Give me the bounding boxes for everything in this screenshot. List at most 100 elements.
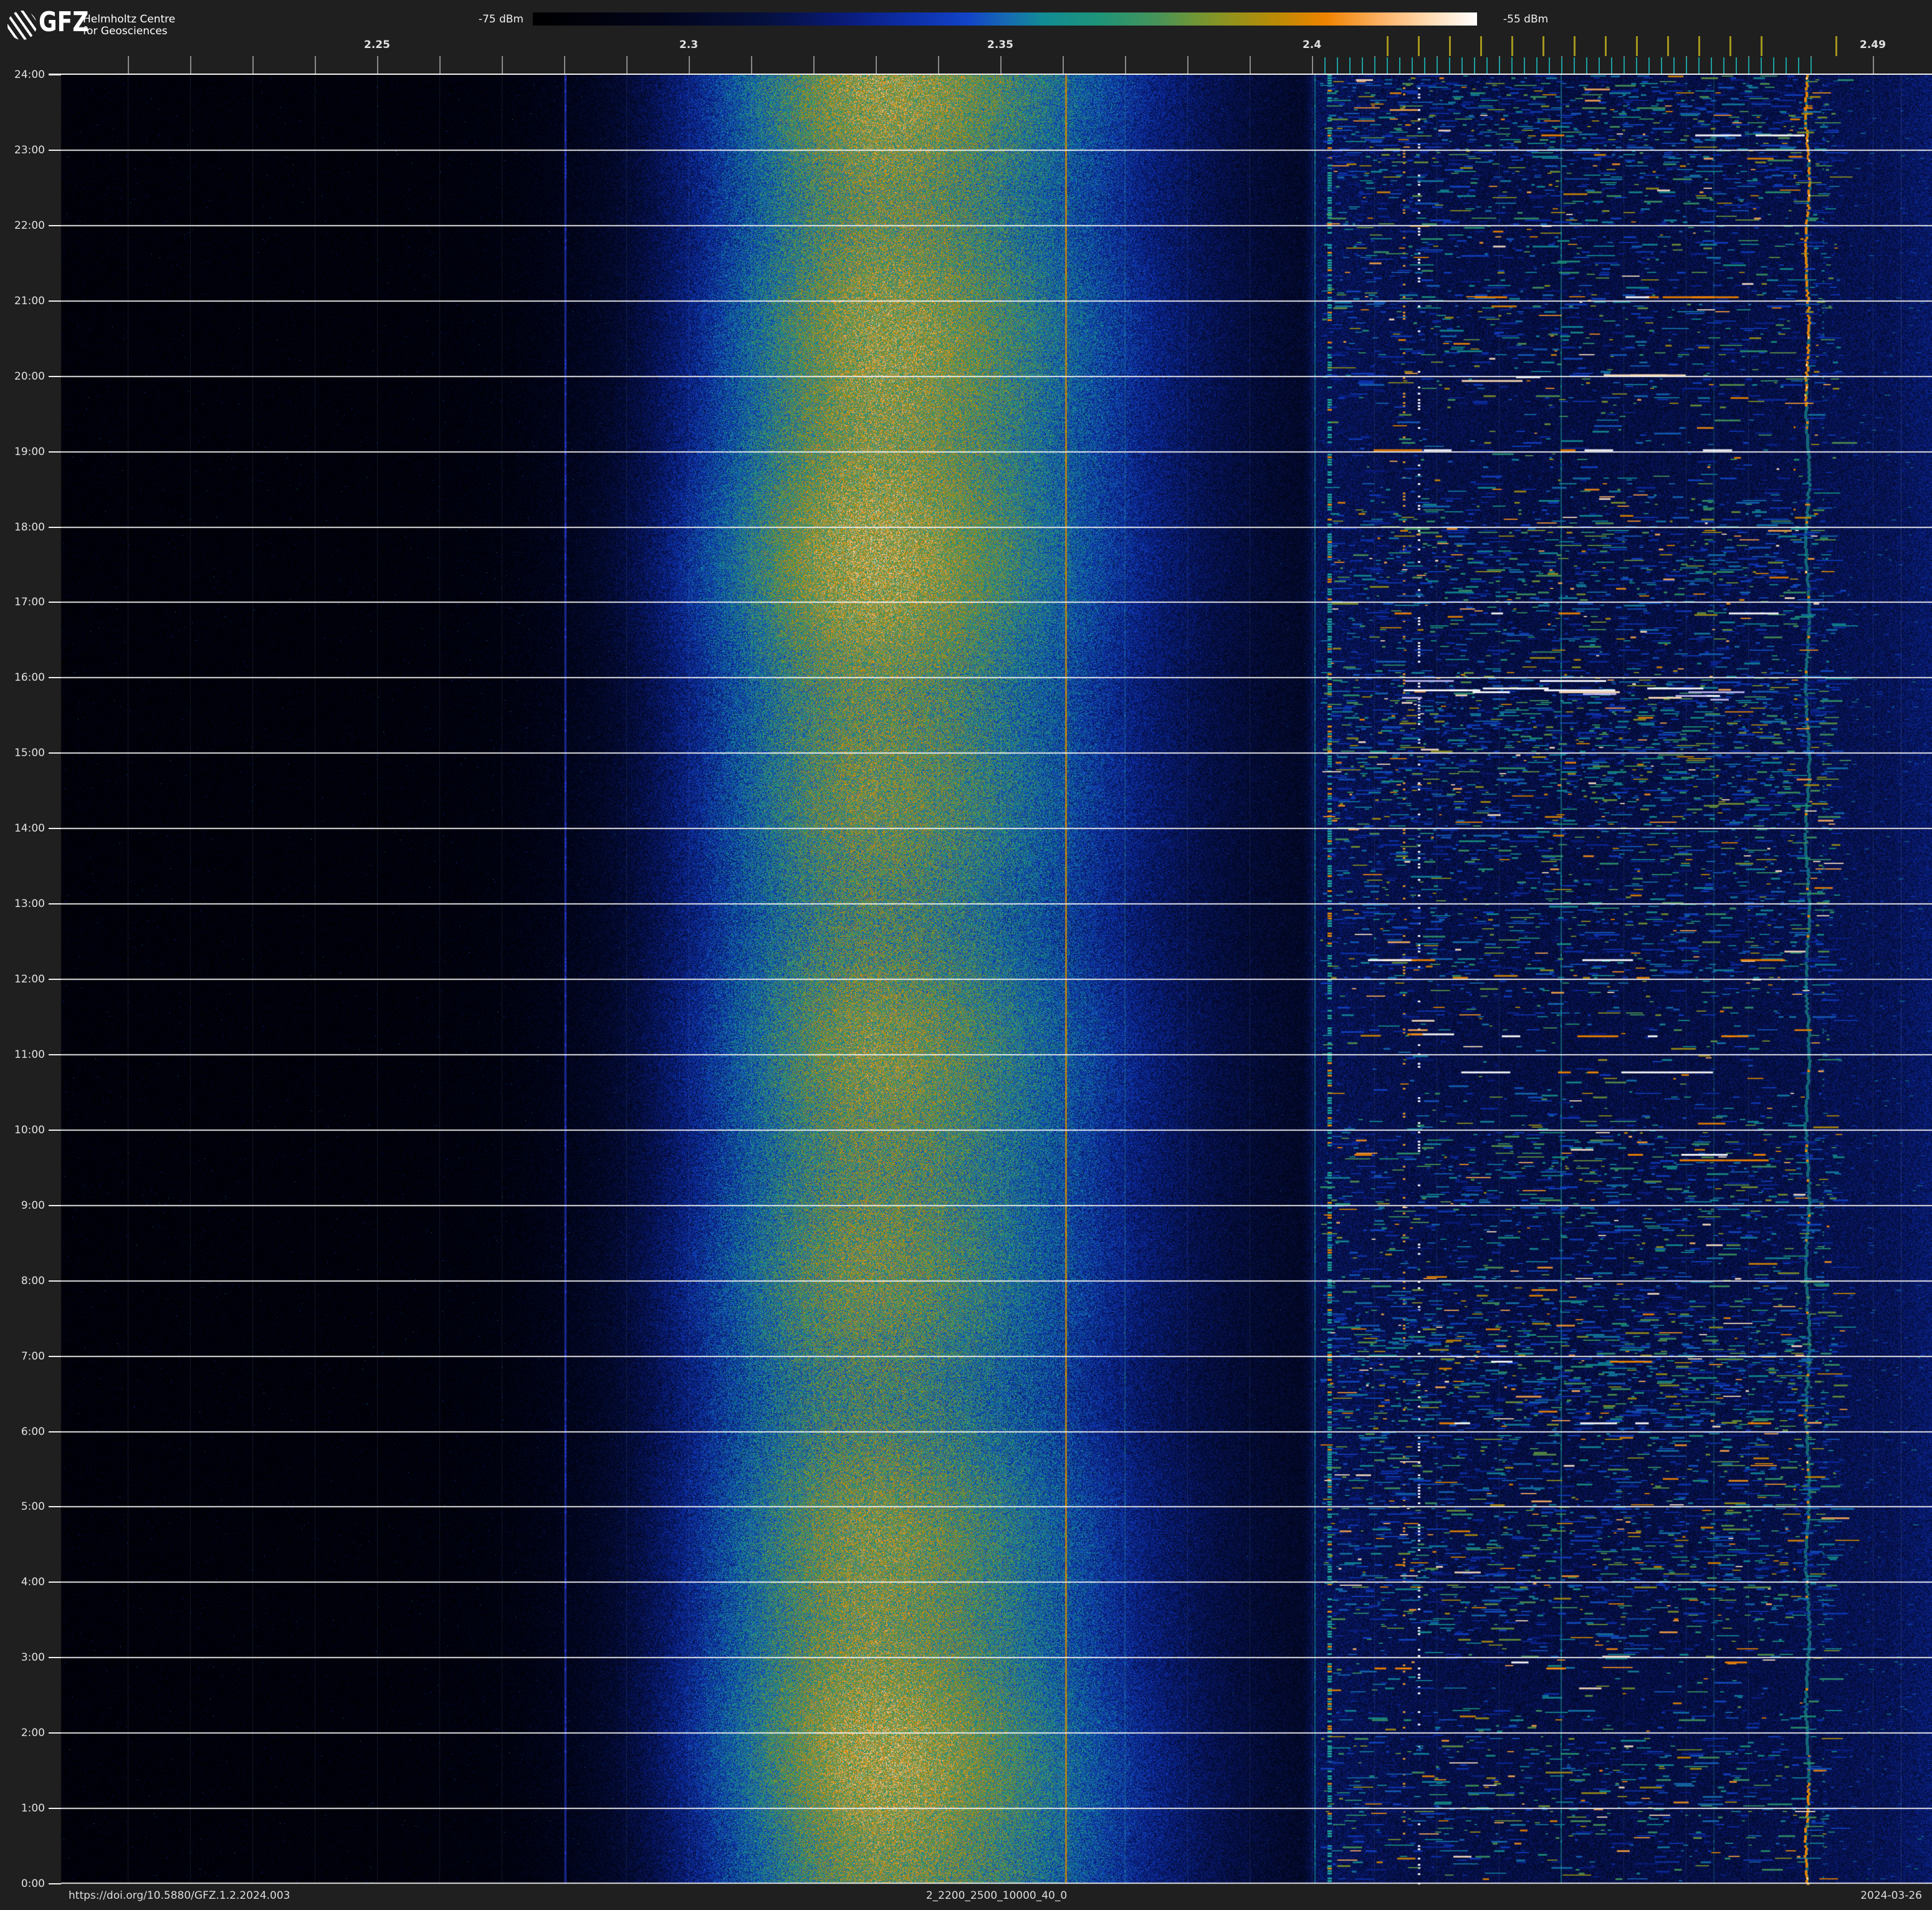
freq-tick-minor xyxy=(1000,56,1002,74)
time-axis-label: 10:00 xyxy=(14,1124,45,1136)
time-axis-tick xyxy=(49,1280,61,1282)
ble-channel-tick xyxy=(1549,57,1550,74)
freq-tick-minor xyxy=(190,56,191,74)
wifi-channel-tick xyxy=(1698,36,1700,56)
freq-tick-minor xyxy=(502,56,503,74)
logo-acronym: GFZ xyxy=(39,6,89,38)
wifi-channel-tick xyxy=(1835,36,1837,56)
time-axis-tick xyxy=(49,451,61,453)
freq-tick-minor xyxy=(876,56,877,74)
spectrogram-page: GFZ Helmholtz Centre for Geosciences -75… xyxy=(0,0,1932,1910)
ble-channel-tick xyxy=(1723,57,1724,74)
time-axis-tick xyxy=(49,677,61,678)
time-axis-label: 20:00 xyxy=(14,370,45,383)
freq-tick-minor xyxy=(689,56,690,74)
wifi-channel-tick xyxy=(1449,36,1451,56)
time-axis-tick xyxy=(49,1808,61,1809)
time-axis-tick xyxy=(49,1431,61,1432)
time-axis-label: 7:00 xyxy=(21,1350,45,1363)
ble-channel-tick xyxy=(1711,57,1712,74)
wifi-channel-tick xyxy=(1511,36,1513,56)
time-axis-label: 5:00 xyxy=(21,1500,45,1513)
ble-channel-tick xyxy=(1399,57,1400,74)
time-axis-tick xyxy=(49,1657,61,1658)
ble-channel-tick xyxy=(1437,57,1438,74)
freq-tick-minor xyxy=(128,56,129,74)
ble-channel-tick xyxy=(1412,57,1413,74)
ble-channel-tick xyxy=(1786,57,1787,74)
ble-channel-tick xyxy=(1648,57,1650,74)
time-axis-label: 21:00 xyxy=(14,295,45,307)
ble-channel-tick xyxy=(1499,57,1500,74)
time-axis-tick xyxy=(49,527,61,528)
ble-channel-tick xyxy=(1461,57,1463,74)
ble-channel-tick xyxy=(1337,57,1338,74)
ble-channel-tick xyxy=(1698,57,1700,74)
ble-channel-tick xyxy=(1524,57,1525,74)
time-axis-label: 22:00 xyxy=(14,219,45,232)
header: GFZ Helmholtz Centre for Geosciences -75… xyxy=(0,0,1932,75)
colorbar xyxy=(533,12,1477,26)
time-axis-label: 2:00 xyxy=(21,1727,45,1739)
freq-tick-minor xyxy=(1312,56,1313,74)
ble-channel-tick xyxy=(1511,57,1513,74)
wifi-channel-tick xyxy=(1667,36,1669,56)
time-axis-tick xyxy=(49,1205,61,1206)
time-axis-label: 18:00 xyxy=(14,521,45,534)
time-axis-label: 1:00 xyxy=(21,1802,45,1815)
time-axis-tick xyxy=(49,1130,61,1131)
freq-tick-minor xyxy=(813,56,815,74)
time-axis-tick xyxy=(49,1732,61,1734)
ble-channel-tick xyxy=(1424,57,1425,74)
time-axis-tick xyxy=(49,225,61,226)
freq-axis-label: 2.35 xyxy=(987,39,1013,51)
ble-channel-tick xyxy=(1810,57,1812,74)
wifi-channel-tick xyxy=(1542,36,1544,56)
logo-name: Helmholtz Centre for Geosciences xyxy=(83,14,175,37)
ble-channel-tick xyxy=(1561,57,1562,74)
freq-tick-minor xyxy=(626,56,628,74)
ble-channel-tick xyxy=(1486,57,1488,74)
time-axis-label: 12:00 xyxy=(14,973,45,986)
ble-channel-tick xyxy=(1611,57,1612,74)
freq-tick-minor xyxy=(377,56,378,74)
ble-channel-tick xyxy=(1686,57,1687,74)
freq-axis-label: 2.49 xyxy=(1860,39,1886,51)
time-axis-tick xyxy=(49,979,61,980)
time-axis-tick xyxy=(49,1883,61,1884)
time-axis-label: 23:00 xyxy=(14,144,45,156)
ble-channel-tick xyxy=(1661,57,1662,74)
frequency-axis-line xyxy=(49,74,1932,75)
freq-tick-minor xyxy=(252,56,254,74)
ble-channel-tick xyxy=(1773,57,1774,74)
ble-channel-tick xyxy=(1474,57,1475,74)
time-axis-tick xyxy=(49,376,61,377)
ble-channel-tick xyxy=(1374,57,1375,74)
freq-tick-minor xyxy=(1873,56,1874,74)
ble-channel-tick xyxy=(1349,57,1351,74)
ble-channel-tick xyxy=(1586,57,1587,74)
colorbar-min-label: -75 dBm xyxy=(478,13,524,26)
freq-tick-minor xyxy=(1063,56,1064,74)
ble-channel-tick xyxy=(1736,57,1737,74)
freq-tick-minor xyxy=(315,56,316,74)
time-axis-tick xyxy=(49,150,61,151)
ble-channel-tick xyxy=(1624,57,1625,74)
ble-channel-tick xyxy=(1449,57,1450,74)
freq-tick-minor xyxy=(1125,56,1126,74)
time-axis-tick xyxy=(49,752,61,754)
time-axis-label: 17:00 xyxy=(14,596,45,608)
freq-tick-minor xyxy=(439,56,441,74)
time-axis-label: 13:00 xyxy=(14,898,45,910)
ble-channel-tick xyxy=(1574,57,1575,74)
time-axis-tick xyxy=(49,602,61,603)
time-axis-tick xyxy=(49,300,61,302)
freq-tick-minor xyxy=(564,56,565,74)
time-axis-tick xyxy=(49,903,61,905)
ble-channel-tick xyxy=(1387,57,1388,74)
ble-channel-tick xyxy=(1599,57,1600,74)
dataset-filename: 2_2200_2500_10000_40_0 xyxy=(925,1889,1068,1902)
wifi-channel-tick xyxy=(1574,36,1576,56)
time-axis-label: 4:00 xyxy=(21,1576,45,1588)
time-axis-tick xyxy=(49,1506,61,1507)
